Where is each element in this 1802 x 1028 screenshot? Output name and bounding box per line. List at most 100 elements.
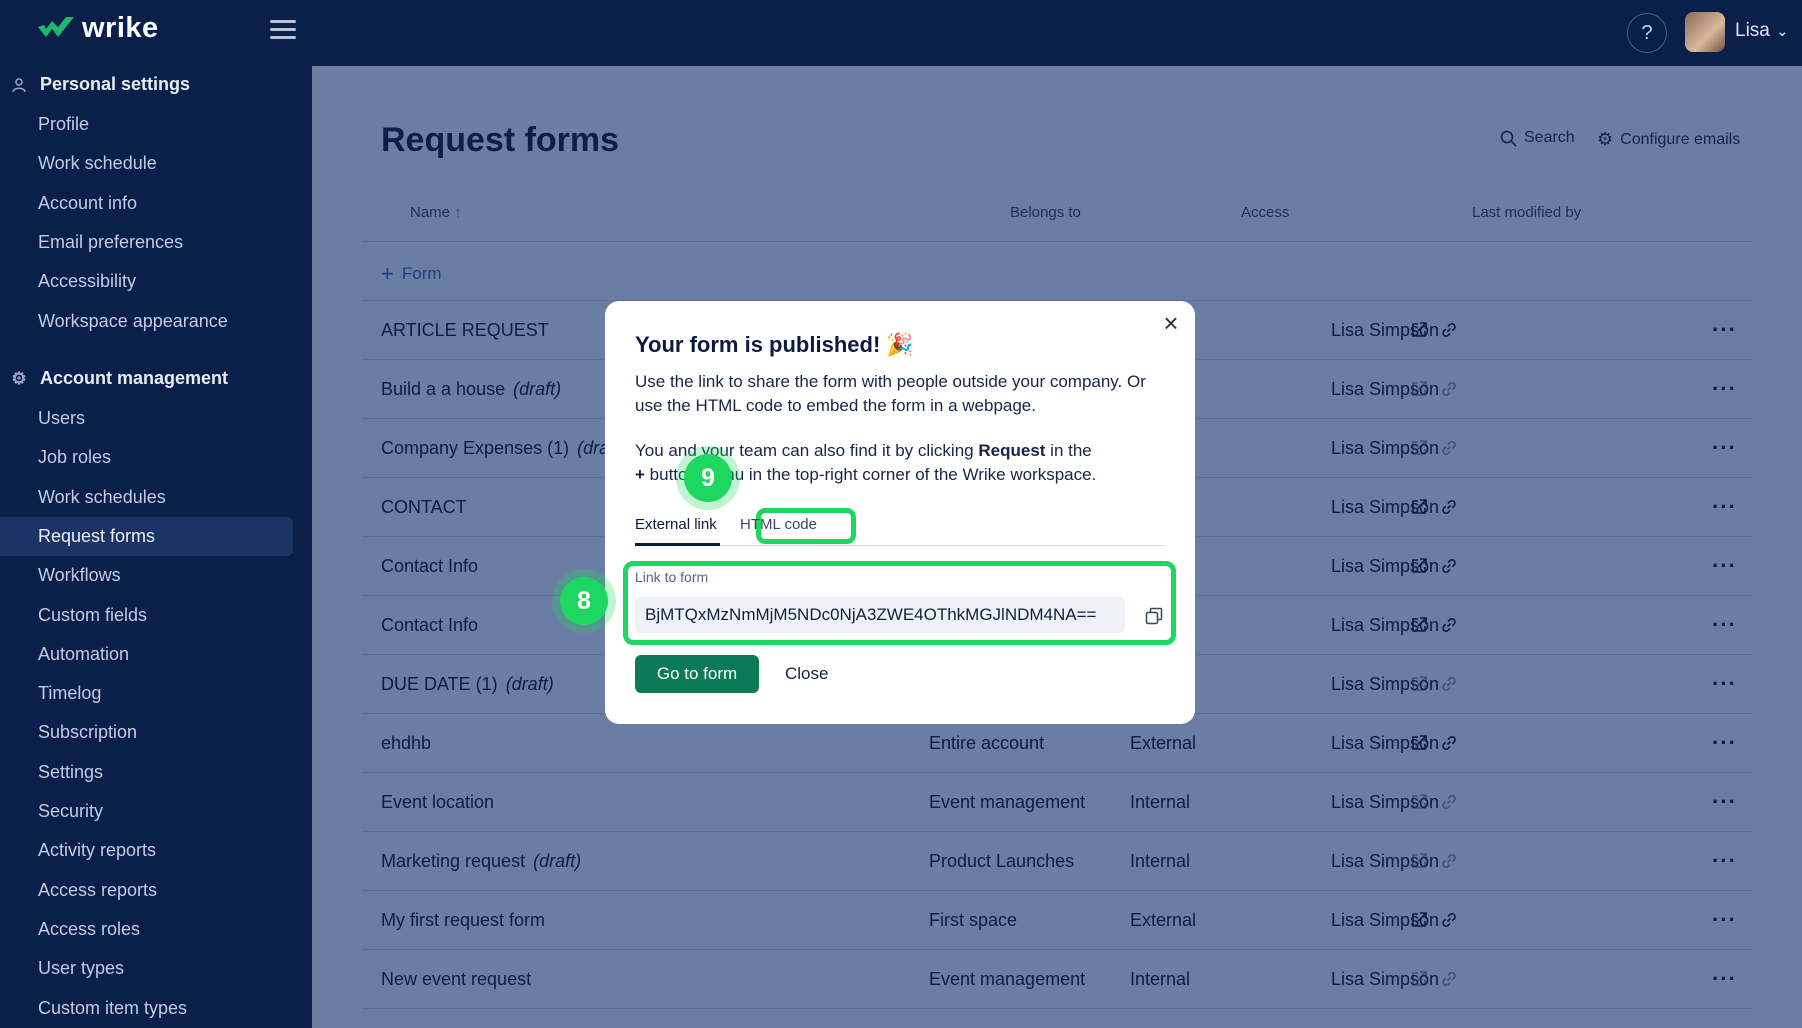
sidebar-item-workflows[interactable]: Workflows <box>0 556 293 595</box>
link-icon[interactable] <box>1440 734 1458 752</box>
more-options-icon[interactable]: ··· <box>1712 301 1737 359</box>
sidebar-item-security[interactable]: Security <box>0 792 293 831</box>
form-name-cell[interactable]: Build a a house (draft) <box>381 360 561 418</box>
divider <box>362 241 1752 242</box>
sidebar-item-work-schedule[interactable]: Work schedule <box>0 144 293 183</box>
help-button[interactable]: ? <box>1627 13 1667 53</box>
modified-by-cell: Lisa Simpson <box>1331 614 1440 635</box>
tab-html-code[interactable]: HTML code <box>740 516 817 533</box>
hint-plus: + <box>635 465 645 484</box>
add-form-button[interactable]: + Form <box>381 261 442 287</box>
form-name-cell[interactable]: DUE DATE (1) (draft) <box>381 655 554 713</box>
more-options-icon[interactable]: ··· <box>1712 773 1737 831</box>
table-row[interactable]: New event request Event management Interna… <box>362 950 1752 1009</box>
more-options-icon[interactable]: ··· <box>1712 419 1737 477</box>
access-cell: Internal <box>1130 968 1191 989</box>
chevron-down-icon[interactable]: ⌄ <box>1776 22 1789 40</box>
form-name-cell[interactable]: ARTICLE REQUEST <box>381 301 549 359</box>
wrike-logo[interactable]: wrike <box>36 12 159 45</box>
hamburger-icon-line <box>270 28 296 31</box>
sidebar-item-work-schedules[interactable]: Work schedules <box>0 478 293 517</box>
sidebar-item-accessibility[interactable]: Accessibility <box>0 262 293 301</box>
user-name[interactable]: Lisa <box>1735 20 1770 42</box>
add-form-label: Form <box>401 264 442 283</box>
sidebar-item-access-reports[interactable]: Access reports <box>0 871 293 910</box>
form-name: ehdhb <box>381 732 432 753</box>
link-icon[interactable] <box>1440 616 1458 634</box>
sidebar-item-activity-reports[interactable]: Activity reports <box>0 831 293 870</box>
form-name-cell[interactable]: Contact Info <box>381 596 478 654</box>
link-icon[interactable] <box>1440 557 1458 575</box>
form-name-cell[interactable]: ehdhb <box>381 714 431 772</box>
belongs-to-cell: Product Launches <box>929 850 1075 871</box>
menu-toggle-button[interactable] <box>270 20 296 42</box>
column-header-name[interactable]: Name ↑ <box>410 204 462 221</box>
more-options-icon[interactable]: ··· <box>1712 478 1737 536</box>
close-icon[interactable]: × <box>1157 308 1185 338</box>
form-name-cell[interactable]: CONTACT <box>381 478 467 536</box>
go-to-form-button[interactable]: Go to form <box>635 655 759 693</box>
link-icon[interactable] <box>1440 970 1458 988</box>
sidebar-item-timelog[interactable]: Timelog <box>0 674 293 713</box>
more-options-icon[interactable]: ··· <box>1712 360 1737 418</box>
more-options-icon[interactable]: ··· <box>1712 891 1737 949</box>
close-button[interactable]: Close <box>775 655 838 693</box>
search-icon <box>1500 130 1517 147</box>
modified-by-cell: Lisa Simpson <box>1331 555 1440 576</box>
sidebar-item-workspace-appearance[interactable]: Workspace appearance <box>0 302 293 341</box>
link-icon[interactable] <box>1440 439 1458 457</box>
more-options-icon[interactable]: ··· <box>1712 655 1737 713</box>
form-name: Contact Info <box>381 614 479 635</box>
more-options-icon[interactable]: ··· <box>1712 950 1737 1008</box>
table-row[interactable]: My first request form First space External… <box>362 891 1752 950</box>
tab-external-link[interactable]: External link <box>635 516 717 533</box>
avatar[interactable] <box>1685 12 1725 52</box>
link-icon[interactable] <box>1440 675 1458 693</box>
more-options-icon[interactable]: ··· <box>1712 714 1737 772</box>
sidebar-item-settings[interactable]: Settings <box>0 753 293 792</box>
sidebar-item-access-roles[interactable]: Access roles <box>0 910 293 949</box>
sidebar-item-user-types[interactable]: User types <box>0 949 293 988</box>
link-icon[interactable] <box>1440 380 1458 398</box>
form-name-cell[interactable]: Marketing request (draft) <box>381 832 581 890</box>
more-options-icon[interactable]: ··· <box>1712 832 1737 890</box>
top-bar: wrike ? Lisa ⌄ <box>0 0 1802 66</box>
link-icon[interactable] <box>1440 852 1458 870</box>
link-icon[interactable] <box>1440 498 1458 516</box>
link-field[interactable]: BjMTQxMzNmMjM5NDc0NjA3ZWE4OThkMGJlNDM4NA… <box>635 597 1125 633</box>
sidebar-item-users[interactable]: Users <box>0 399 293 438</box>
form-name-cell[interactable]: New event request <box>381 950 531 1008</box>
modified-by-cell: Lisa Simpson <box>1331 909 1440 930</box>
sidebar-item-automation[interactable]: Automation <box>0 635 293 674</box>
modified-by-cell: Lisa Simpson <box>1331 319 1440 340</box>
sidebar-item-request-forms[interactable]: Request forms <box>0 516 293 556</box>
more-options-icon[interactable]: ··· <box>1712 537 1737 595</box>
belongs-to-cell: Event management <box>929 791 1086 812</box>
copy-icon[interactable] <box>1145 607 1163 625</box>
belongs-to-cell: Event management <box>929 968 1086 989</box>
sidebar-item-email-preferences[interactable]: Email preferences <box>0 223 293 262</box>
form-name: CONTACT <box>381 496 467 517</box>
form-name-cell[interactable]: Event location <box>381 773 494 831</box>
configure-emails-button[interactable]: ⚙ Configure emails <box>1597 129 1740 150</box>
table-row[interactable]: Marketing request (draft) Product Launches… <box>362 832 1752 891</box>
sidebar-item-account-info[interactable]: Account info <box>0 184 293 223</box>
link-icon[interactable] <box>1440 793 1458 811</box>
form-name-cell[interactable]: Contact Info <box>381 537 478 595</box>
sidebar-item-custom-item-types[interactable]: Custom item types <box>0 989 293 1028</box>
sidebar-item-job-roles[interactable]: Job roles <box>0 438 293 477</box>
search-button[interactable]: Search <box>1500 129 1575 147</box>
belongs-to-cell: First space <box>929 909 1018 930</box>
form-name-cell[interactable]: Company Expenses (1) (draft) <box>381 419 625 477</box>
link-icon[interactable] <box>1440 911 1458 929</box>
access-cell: Internal <box>1130 850 1191 871</box>
table-row[interactable]: Event location Event management Internal Li… <box>362 773 1752 832</box>
link-value: BjMTQxMzNmMjM5NDc0NjA3ZWE4OThkMGJlNDM4NA… <box>645 605 1097 624</box>
sidebar-item-subscription[interactable]: Subscription <box>0 713 293 752</box>
more-options-icon[interactable]: ··· <box>1712 596 1737 654</box>
link-icon[interactable] <box>1440 321 1458 339</box>
sidebar-item-custom-fields[interactable]: Custom fields <box>0 596 293 635</box>
column-header-access: Access <box>1241 204 1290 221</box>
sidebar-item-profile[interactable]: Profile <box>0 105 293 144</box>
form-name-cell[interactable]: My first request form <box>381 891 545 949</box>
